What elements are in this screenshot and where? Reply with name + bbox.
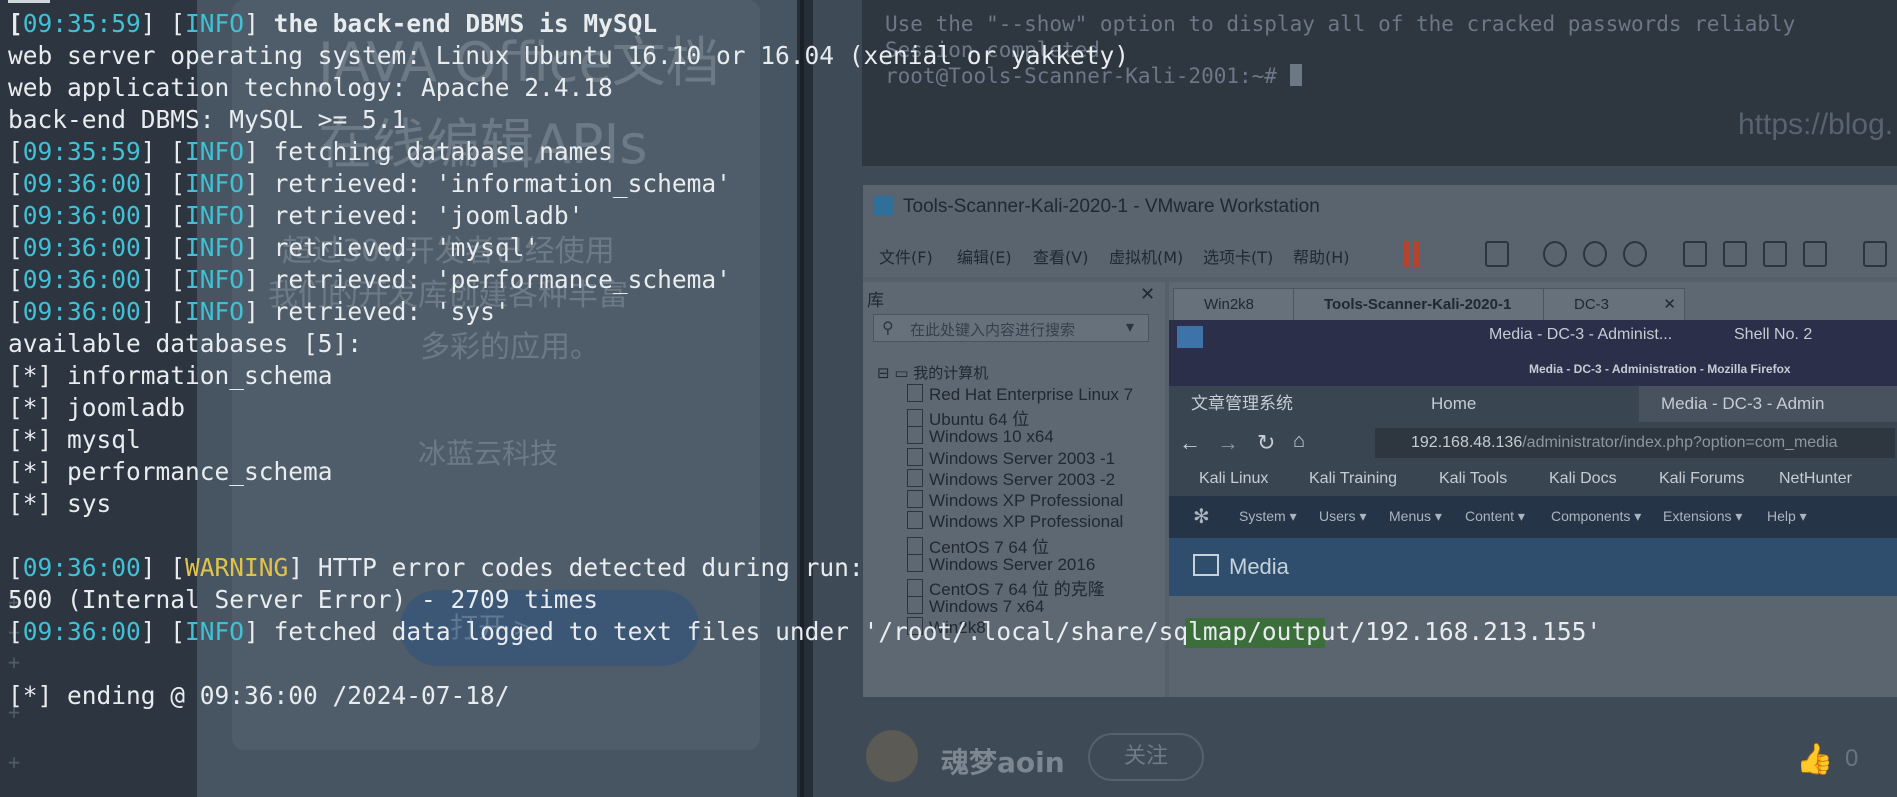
terminal-line: web server operating system: Linux Ubunt… <box>8 41 1130 70</box>
terminal-line: [09:36:00] [INFO] retrieved: 'informatio… <box>8 168 1601 200</box>
log-level: INFO <box>185 9 245 38</box>
log-message: the back-end DBMS is MySQL <box>273 9 658 38</box>
log-timestamp: 09:35:59 <box>22 137 141 166</box>
bracket: ] [ <box>140 553 186 582</box>
bracket: ] <box>244 169 274 198</box>
snapshot-manager-icon[interactable] <box>1623 241 1647 267</box>
log-level: INFO <box>185 617 245 646</box>
bracket: ] [ <box>140 617 186 646</box>
terminal-line: [*] mysql <box>8 425 141 454</box>
log-timestamp: 09:36:00 <box>22 265 141 294</box>
log-message: fetched data logged to text files under … <box>273 617 1602 646</box>
log-level: INFO <box>185 137 245 166</box>
bracket: ] <box>244 233 274 262</box>
bracket: ] [ <box>140 233 186 262</box>
terminal-line: [09:36:00] [INFO] retrieved: 'performanc… <box>8 264 1601 296</box>
terminal-line: [09:35:59] [INFO] the back-end DBMS is M… <box>8 8 1601 40</box>
terminal-line: [*] joomladb <box>8 393 186 422</box>
log-timestamp: 09:36:00 <box>22 297 141 326</box>
terminal-line: [09:36:00] [INFO] retrieved: 'mysql' <box>8 232 1601 264</box>
close-icon[interactable]: ✕ <box>1663 289 1676 321</box>
bracket: [ <box>8 201 23 230</box>
log-timestamp: 09:35:59 <box>22 9 141 38</box>
log-message: fetching database names <box>273 137 613 166</box>
bracket: ] [ <box>140 265 186 294</box>
log-message: retrieved: 'joomladb' <box>273 201 584 230</box>
log-level: WARNING <box>185 553 289 582</box>
bracket: ] [ <box>140 137 186 166</box>
terminal-line: [09:36:00] [INFO] retrieved: 'joomladb' <box>8 200 1601 232</box>
log-timestamp: 09:36:00 <box>22 233 141 262</box>
log-message: retrieved: 'information_schema' <box>273 169 731 198</box>
log-level: INFO <box>185 169 245 198</box>
fullscreen-icon[interactable] <box>1763 241 1787 267</box>
console-icon[interactable] <box>1863 241 1887 267</box>
terminal-top-marker <box>8 0 50 3</box>
terminal-line: [09:36:00] [WARNING] HTTP error codes de… <box>8 552 1601 584</box>
terminal-output: [09:35:59] [INFO] the back-end DBMS is M… <box>8 8 1601 712</box>
bookmark[interactable]: NetHunter <box>1779 470 1852 488</box>
author-name[interactable]: 魂梦aoin <box>941 741 1065 781</box>
log-timestamp: 09:36:00 <box>22 617 141 646</box>
terminal-line: [*] performance_schema <box>8 457 333 486</box>
terminal-line: [09:36:00] [INFO] retrieved: 'sys' <box>8 296 1601 328</box>
log-timestamp: 09:36:00 <box>22 201 141 230</box>
bracket: [ <box>8 9 23 38</box>
terminal-line: web application technology: Apache 2.4.1… <box>8 73 613 102</box>
thumbnail-icon[interactable] <box>1723 241 1747 267</box>
bracket: ] <box>244 617 274 646</box>
terminal-line: 500 (Internal Server Error) - 2709 times <box>8 585 599 614</box>
bracket: [ <box>8 617 23 646</box>
bracket: ] [ <box>140 201 186 230</box>
browser-tab-active[interactable]: Media - DC-3 - Admin <box>1639 386 1897 422</box>
bookmark[interactable]: Kali Forums <box>1659 470 1744 488</box>
log-level: INFO <box>185 201 245 230</box>
bracket: ] [ <box>140 297 186 326</box>
joomla-menu-item[interactable]: Help ▾ <box>1767 508 1807 525</box>
library-toggle-icon[interactable] <box>1683 241 1707 267</box>
avatar[interactable] <box>866 730 918 782</box>
bracket: [ <box>8 297 23 326</box>
bracket: ] <box>244 297 274 326</box>
bracket: [ <box>8 265 23 294</box>
follow-button[interactable]: 关注 <box>1088 733 1204 781</box>
terminal-line: [09:35:59] [INFO] fetching database name… <box>8 136 1601 168</box>
bracket: [ <box>8 137 23 166</box>
gutter-marker: + <box>8 750 21 774</box>
terminal-line: back-end DBMS: MySQL >= 5.1 <box>8 105 407 134</box>
bracket: [ <box>8 553 23 582</box>
bracket: [ <box>8 169 23 198</box>
thumbs-up-icon[interactable]: 👍 <box>1796 742 1833 777</box>
joomla-menu-item[interactable]: Extensions ▾ <box>1663 508 1742 525</box>
taskbar-shell[interactable]: Shell No. 2 <box>1734 326 1812 344</box>
bracket: ] <box>244 265 274 294</box>
terminal-line: [*] information_schema <box>8 361 333 390</box>
bracket: [ <box>8 233 23 262</box>
bracket: ] <box>244 9 274 38</box>
terminal-line: [*] sys <box>8 489 112 518</box>
log-message: retrieved: 'sys' <box>273 297 510 326</box>
unity-icon[interactable] <box>1803 241 1827 267</box>
log-level: INFO <box>185 233 245 262</box>
bracket: ] <box>244 137 274 166</box>
log-timestamp: 09:36:00 <box>22 169 141 198</box>
log-message: HTTP error codes detected during run: <box>317 553 864 582</box>
log-timestamp: 09:36:00 <box>22 553 141 582</box>
bracket: ] <box>244 201 274 230</box>
terminal-line: available databases [5]: <box>8 329 363 358</box>
log-level: INFO <box>185 265 245 294</box>
log-level: INFO <box>185 297 245 326</box>
terminal-line: [*] ending @ 09:36:00 /2024-07-18/ <box>8 681 510 710</box>
bracket: ] [ <box>140 9 186 38</box>
terminal-line: [09:36:00] [INFO] fetched data logged to… <box>8 616 1601 648</box>
log-message: retrieved: 'performance_schema' <box>273 265 731 294</box>
log-message: retrieved: 'mysql' <box>273 233 540 262</box>
like-count: 0 <box>1845 745 1859 772</box>
watermark: https://blog. <box>1738 108 1894 141</box>
bracket: ] <box>288 553 318 582</box>
tab-label: Media - DC-3 - Admin <box>1661 394 1825 413</box>
bracket: ] [ <box>140 169 186 198</box>
